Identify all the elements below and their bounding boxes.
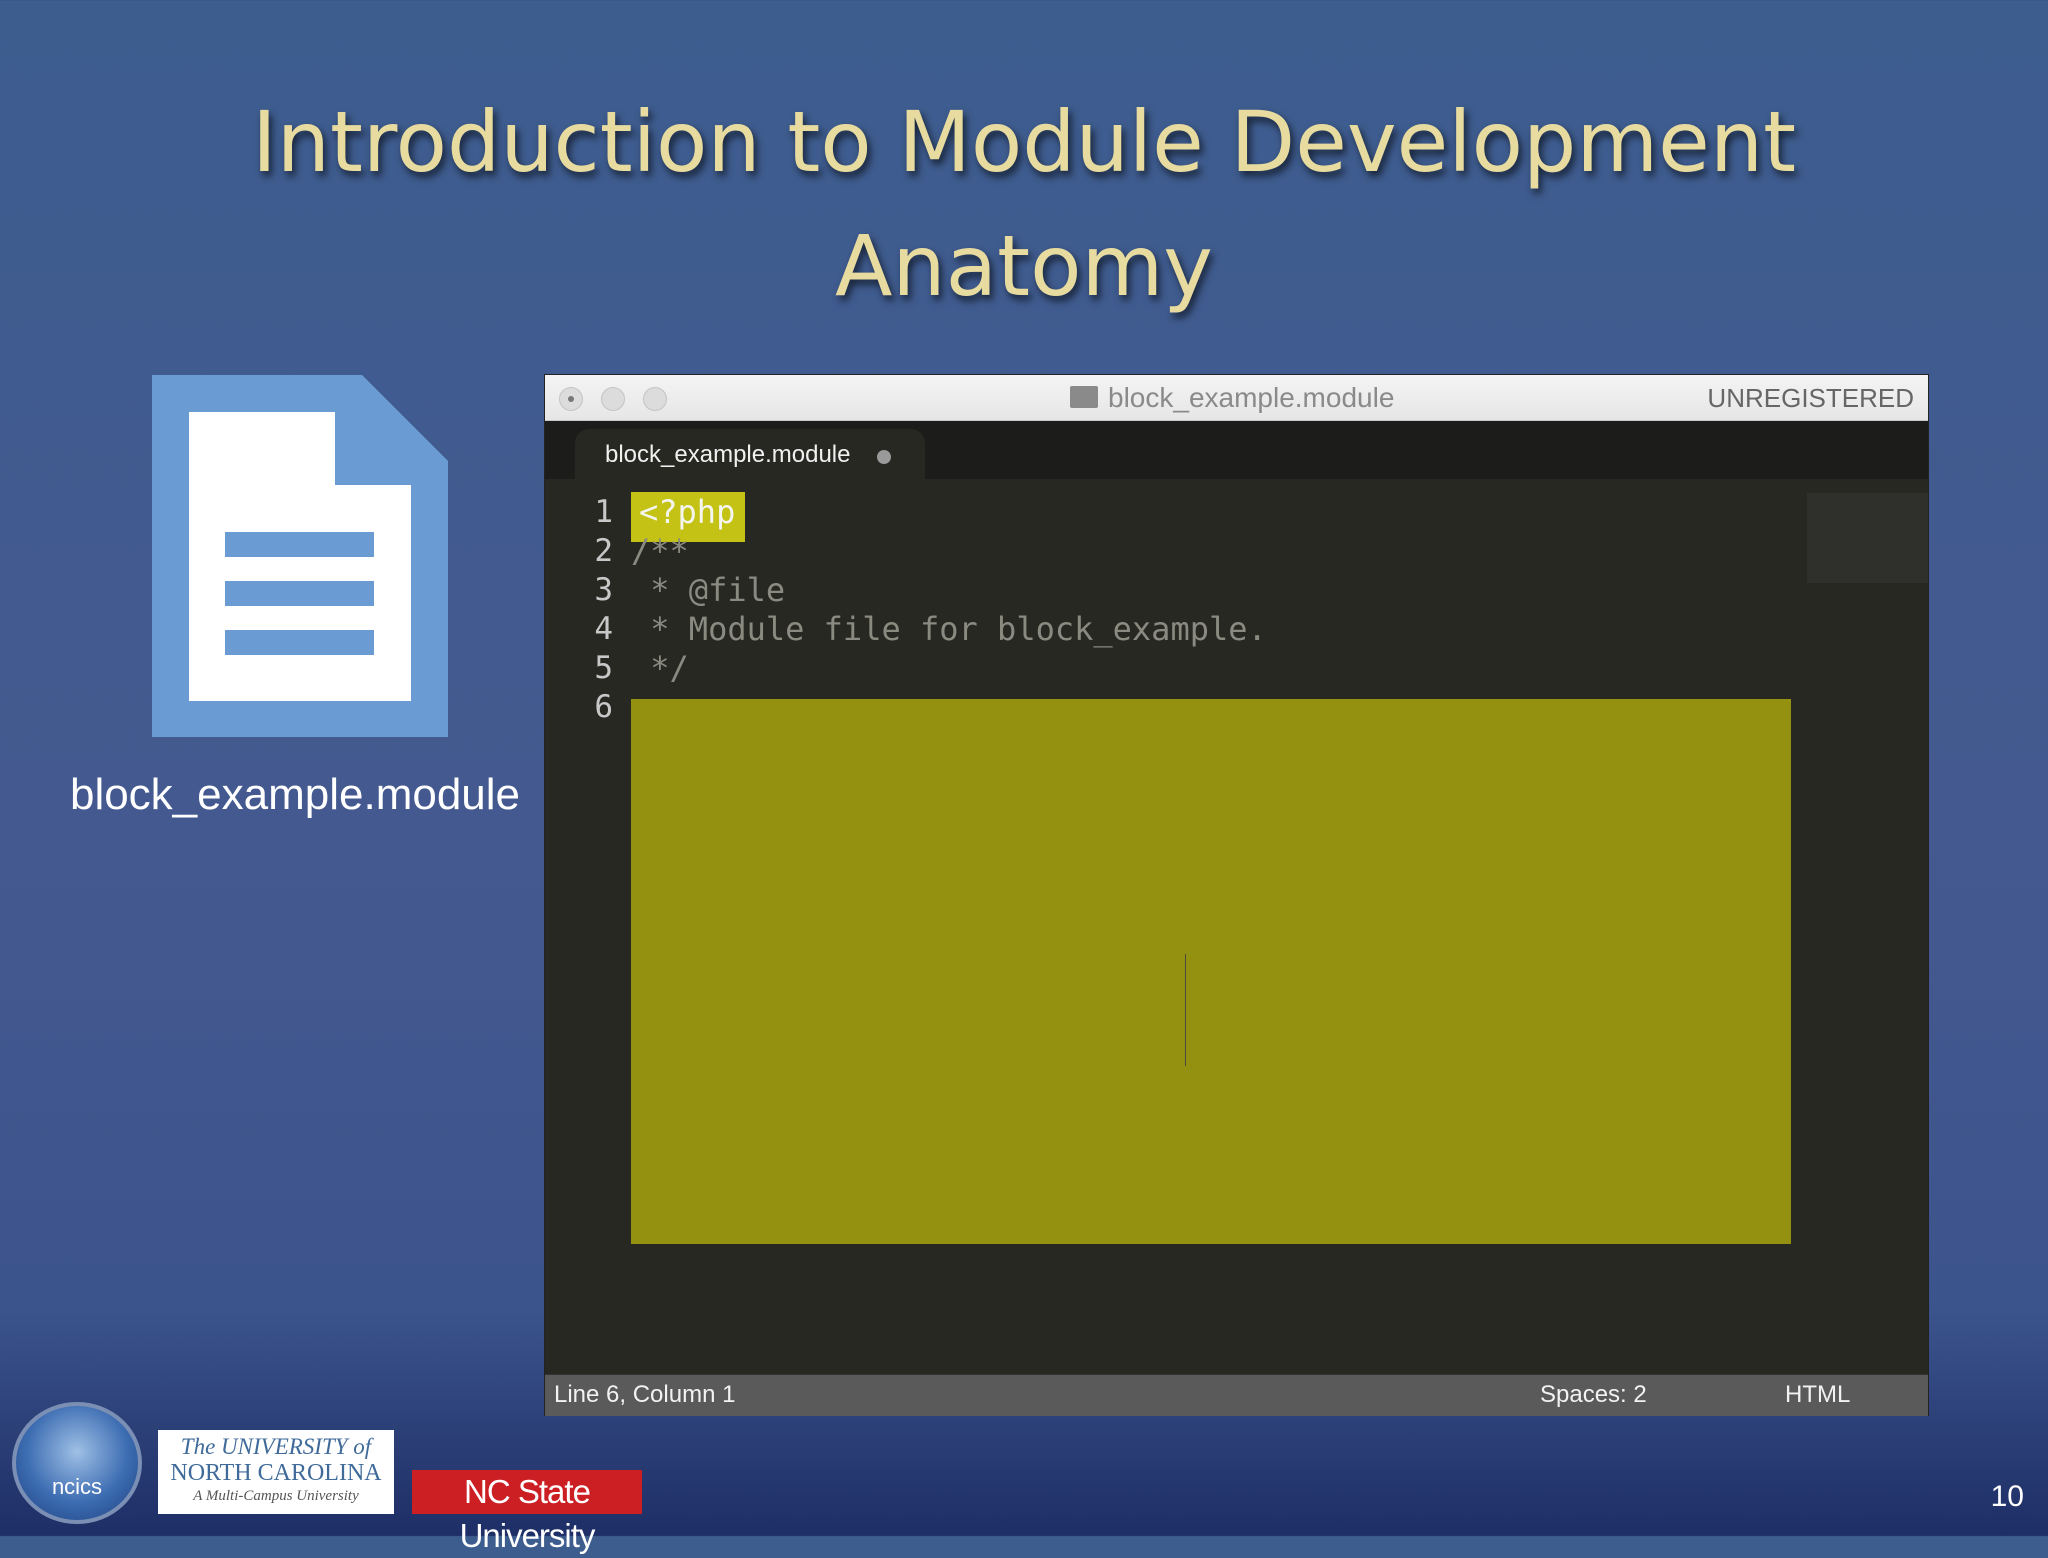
unc-logo-line1: The UNIVERSITY of <box>180 1434 372 1459</box>
close-window-button[interactable] <box>559 387 583 411</box>
status-bar: Line 6, Column 1 Spaces: 2 HTML <box>545 1374 1928 1416</box>
line-number: 2 <box>594 533 613 569</box>
line-number: 4 <box>594 611 613 647</box>
unc-logo-line2: NORTH CAROLINA <box>170 1460 382 1486</box>
syntax-selector[interactable]: HTML <box>1785 1381 1850 1409</box>
file-proxy-icon <box>1070 386 1098 408</box>
code-line[interactable]: */ <box>631 649 1267 688</box>
unsaved-dot-icon[interactable] <box>877 450 891 464</box>
minimize-window-button[interactable] <box>601 387 625 411</box>
indent-guide <box>1185 954 1186 1066</box>
minimap[interactable] <box>1807 493 1928 583</box>
line-number: 1 <box>594 494 613 530</box>
slide-title-line2: Anatomy <box>834 217 1214 315</box>
tab-label: block_example.module <box>605 441 851 468</box>
cursor-position: Line 6, Column 1 <box>554 1381 736 1408</box>
indentation-setting[interactable]: Spaces: 2 <box>1540 1381 1647 1409</box>
slide-title-line1: Introduction to Module Development <box>251 93 1797 191</box>
zoom-window-button[interactable] <box>643 387 667 411</box>
unc-logo-line3: A Multi-Campus University <box>193 1488 359 1504</box>
line-number-gutter: 1 2 3 4 5 6 <box>545 493 613 727</box>
page-number: 10 <box>1990 1480 2024 1513</box>
code-line[interactable]: * Module file for block_example. <box>631 610 1267 649</box>
tab-bar: block_example.module <box>545 421 1928 479</box>
license-status: UNREGISTERED <box>1707 383 1914 413</box>
tab-block-example-module[interactable]: block_example.module <box>575 429 925 479</box>
unc-logo: The UNIVERSITY of NORTH CAROLINA A Multi… <box>158 1430 394 1514</box>
window-titlebar[interactable]: block_example.module UNREGISTERED <box>545 375 1928 421</box>
selection-highlight <box>631 699 1791 1244</box>
line-number: 6 <box>594 689 613 725</box>
line-number: 5 <box>594 650 613 686</box>
ncics-logo-text: ncics <box>51 1474 103 1499</box>
document-icon <box>152 375 448 737</box>
line-number: 3 <box>594 572 613 608</box>
code-area[interactable]: <?php /** * @file * Module file for bloc… <box>631 492 1267 727</box>
editor-window: block_example.module UNREGISTERED block_… <box>545 375 1928 1416</box>
code-line[interactable]: * @file <box>631 571 1267 610</box>
slide-title: Introduction to Module Development Anato… <box>0 80 2048 328</box>
ncsu-logo: NC State University <box>412 1470 642 1554</box>
code-line[interactable] <box>631 688 1267 727</box>
file-caption: block_example.module <box>69 770 521 819</box>
window-title: block_example.module <box>1108 382 1395 413</box>
code-line[interactable]: <?php <box>631 492 1267 542</box>
ncics-logo: ncics <box>12 1402 142 1524</box>
